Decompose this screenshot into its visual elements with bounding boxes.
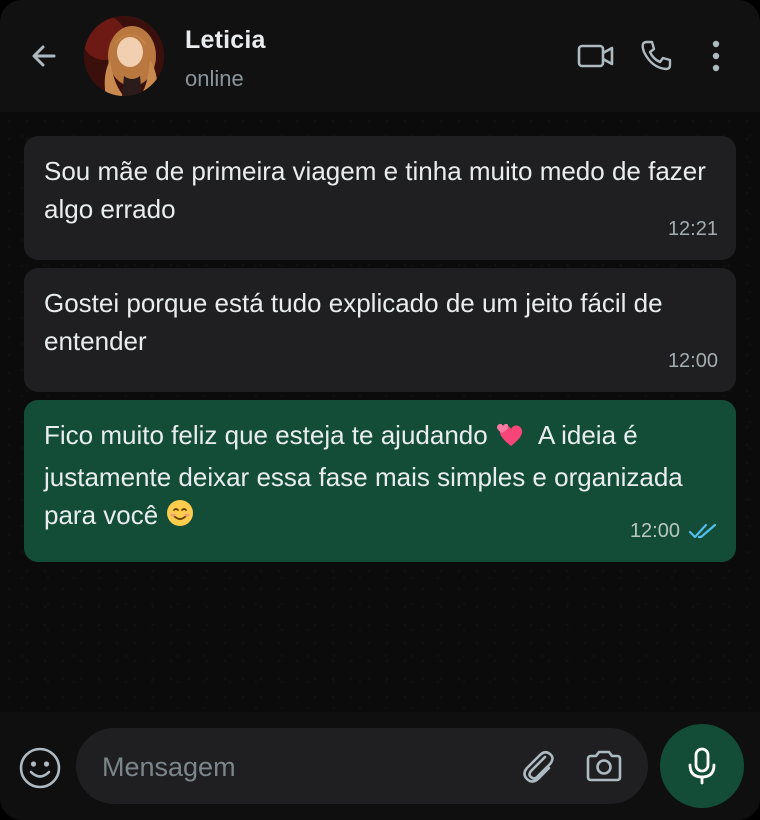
read-receipt-icon (688, 523, 717, 539)
message-meta: 12:00 (630, 512, 718, 550)
message-text-part: Fico muito feliz que esteja te ajudando (44, 420, 488, 450)
message-list[interactable]: Sou mãe de primeira viagem e tinha muito… (0, 112, 760, 712)
message-text: Fico muito feliz que esteja te ajudando … (44, 416, 716, 538)
message-input-container (76, 728, 648, 806)
message-time: 12:00 (629, 520, 680, 542)
chat-window: Leticia online Sou mãe de primeira viage… (0, 0, 760, 820)
message-input[interactable] (100, 728, 514, 806)
contact-name[interactable]: Leticia (185, 26, 266, 55)
smiling-face-emoji-icon (165, 498, 195, 538)
back-arrow-icon (32, 45, 56, 67)
video-call-button[interactable] (576, 36, 616, 76)
more-vert-icon (712, 40, 720, 72)
message-meta: 12:00 (668, 342, 718, 380)
message-bubble-outgoing[interactable]: Fico muito feliz que esteja te ajudando … (24, 400, 736, 562)
emoji-icon (19, 747, 61, 789)
emoji-button[interactable] (16, 744, 64, 792)
camera-icon (586, 750, 622, 782)
video-call-icon (577, 44, 614, 68)
message-time: 12:00 (667, 350, 718, 372)
contact-status: online (185, 66, 244, 91)
voice-call-button[interactable] (636, 36, 676, 76)
message-time: 12:21 (667, 218, 718, 240)
camera-button[interactable] (584, 746, 624, 786)
message-bubble-incoming[interactable]: Gostei porque está tudo explicado de um … (24, 268, 736, 392)
mic-icon (688, 747, 716, 785)
chat-header: Leticia online (0, 0, 760, 112)
message-bubble-incoming[interactable]: Sou mãe de primeira viagem e tinha muito… (24, 136, 736, 260)
more-options-button[interactable] (696, 36, 736, 76)
message-meta: 12:21 (668, 210, 718, 248)
message-text: Sou mãe de primeira viagem e tinha muito… (44, 156, 706, 224)
back-button[interactable] (22, 34, 66, 78)
attach-button[interactable] (518, 746, 558, 786)
two-hearts-emoji-icon (495, 420, 525, 458)
message-composer (0, 712, 760, 820)
attach-icon (523, 750, 554, 783)
phone-icon (641, 40, 672, 71)
avatar[interactable] (84, 16, 164, 96)
voice-message-button[interactable] (660, 724, 744, 808)
message-text: Gostei porque está tudo explicado de um … (44, 288, 663, 356)
